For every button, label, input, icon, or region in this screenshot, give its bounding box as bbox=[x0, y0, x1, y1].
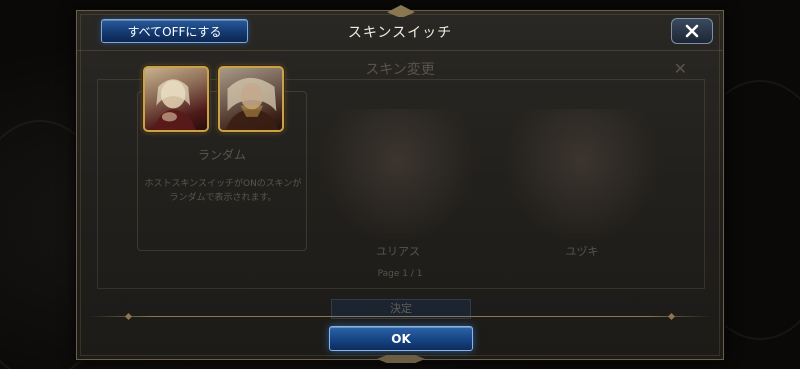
underlying-character-name: ユヅキ bbox=[565, 245, 599, 258]
dialog-header: すべてOFFにする スキンスイッチ bbox=[77, 11, 723, 51]
underlying-close-icon: ✕ bbox=[673, 59, 687, 78]
ornament-bottom-icon bbox=[377, 355, 425, 363]
close-button[interactable] bbox=[671, 18, 713, 44]
underlying-page-indicator: Page 1 / 1 bbox=[377, 269, 423, 279]
footer-divider bbox=[89, 316, 711, 317]
close-icon bbox=[685, 24, 699, 38]
ok-button[interactable]: OK bbox=[329, 326, 473, 351]
skin-thumbnail-1[interactable] bbox=[143, 66, 209, 132]
underlying-random-label: ランダム bbox=[197, 148, 246, 162]
underlying-character-portrait bbox=[323, 109, 473, 239]
skin-thumbnail-2[interactable] bbox=[218, 66, 284, 132]
underlying-character-name: ユリアス bbox=[376, 245, 420, 258]
character-portrait-icon bbox=[225, 77, 279, 130]
skin-switch-dialog: すべてOFFにする スキンスイッチ スキン変更 ✕ ランダム ホストスキンスイッ… bbox=[76, 5, 724, 363]
underlying-character-portrait bbox=[507, 109, 657, 239]
underlying-random-description: ホストスキンスイッチがONのスキンがランダムで表示されます。 bbox=[144, 179, 302, 203]
character-portrait-icon bbox=[154, 79, 196, 130]
dialog-title: スキンスイッチ bbox=[347, 25, 453, 41]
